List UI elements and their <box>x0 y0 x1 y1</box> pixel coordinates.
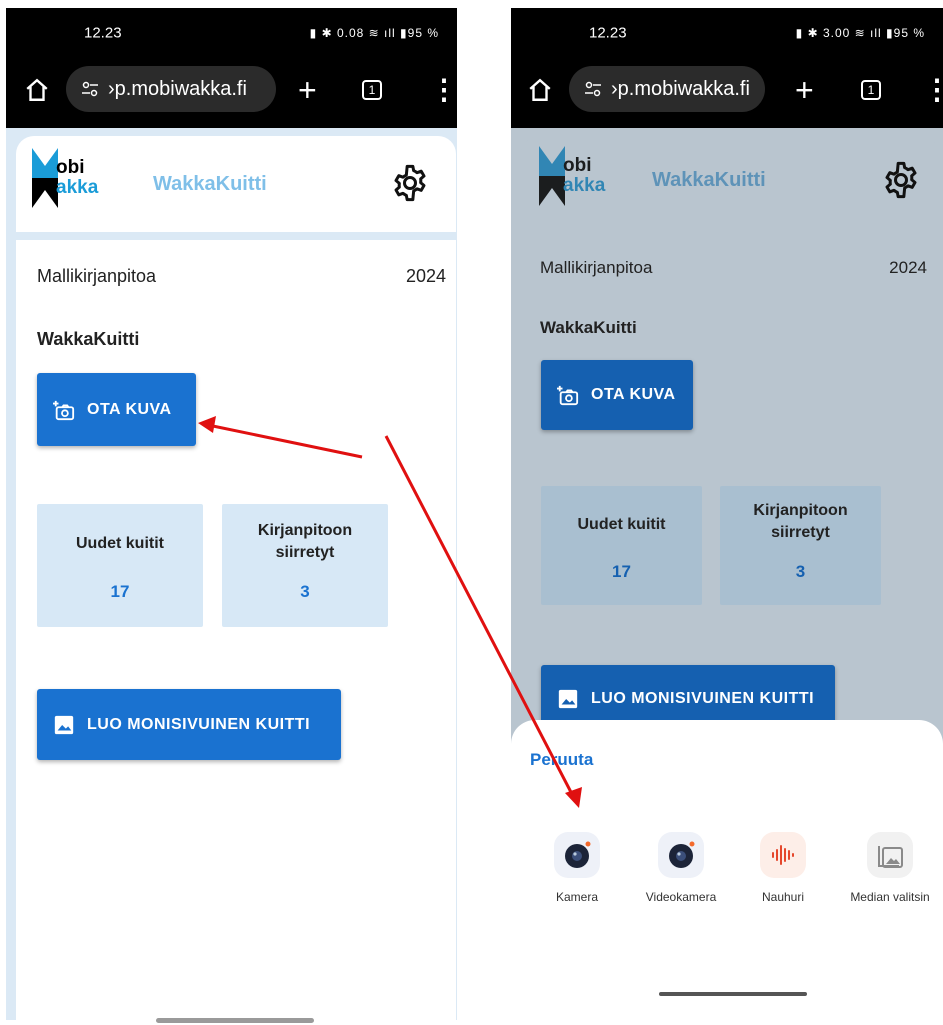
url-text: ›p.mobiwakka.fi <box>611 77 750 100</box>
create-multipage-receipt-button[interactable]: LUO MONISIVUINEN KUITTI <box>37 689 341 760</box>
mobiwakka-logo: obi akka <box>32 148 122 208</box>
media-picker-sheet: Peruuta Kamera Videokamera Nauhuri Media… <box>511 720 943 1006</box>
browser-menu-icon[interactable]: ⋮ <box>430 76 457 104</box>
app-header: obi akka WakkaKuitti <box>521 136 939 226</box>
create-multipage-label: LUO MONISIVUINEN KUITTI <box>591 690 815 707</box>
stat-transferred[interactable]: Kirjanpitoon siirretyt 3 <box>720 486 881 605</box>
stat-value: 3 <box>300 582 310 601</box>
company-name: Mallikirjanpitoa <box>540 258 653 277</box>
stat-label: Kirjanpitoon siirretyt <box>257 522 353 561</box>
logo-text-top: obi <box>563 155 592 176</box>
media-picker-icon <box>867 832 913 878</box>
logo-m-icon <box>539 146 565 206</box>
main-content: Mallikirjanpitoa 2024 WakkaKuitti OTA KU… <box>16 240 456 1020</box>
app-option-media-picker[interactable]: Median valitsin <box>840 832 940 904</box>
video-camera-icon <box>658 832 704 878</box>
browser-toolbar: ›p.mobiwakka.fi + 1 ⋮ <box>511 52 943 128</box>
stat-label: Uudet kuitit <box>76 535 164 552</box>
take-photo-label: OTA KUVA <box>591 386 676 403</box>
new-tab-plus-icon[interactable]: + <box>298 74 317 106</box>
logo-text-bottom: akka <box>56 177 99 198</box>
site-settings-icon[interactable] <box>80 79 100 99</box>
logo-text-bottom: akka <box>563 175 606 196</box>
app-title: WakkaKuitti <box>153 173 267 195</box>
image-collection-icon <box>54 715 74 734</box>
stat-transferred[interactable]: Kirjanpitoon siirretyt 3 <box>222 504 388 627</box>
settings-gear-icon[interactable] <box>881 160 921 200</box>
url-text: ›p.mobiwakka.fi <box>108 77 247 100</box>
voice-recorder-icon <box>760 832 806 878</box>
fiscal-year: 2024 <box>889 258 927 277</box>
company-name: Mallikirjanpitoa <box>37 266 157 286</box>
status-time: 12.23 <box>589 24 627 42</box>
address-bar[interactable]: ›p.mobiwakka.fi <box>66 66 276 112</box>
stat-value: 17 <box>110 582 130 601</box>
app-header: obi akka WakkaKuitti <box>16 136 456 232</box>
phone-screenshot-before: 12.23 ▮ ✱ 0.08 ≋ ıll ▮95 % ›p.mobiwakka.… <box>6 8 457 1020</box>
add-photo-icon <box>53 400 75 420</box>
app-name: Videokamera <box>645 890 717 904</box>
home-icon[interactable] <box>24 77 50 103</box>
add-photo-icon <box>557 385 579 406</box>
create-multipage-label: LUO MONISIVUINEN KUITTI <box>87 715 311 733</box>
app-option-voice-recorder[interactable]: Nauhuri <box>733 832 833 904</box>
image-collection-icon <box>558 689 578 709</box>
stat-new-receipts[interactable]: Uudet kuitit 17 <box>37 504 203 627</box>
take-photo-button[interactable]: OTA KUVA <box>37 373 196 446</box>
phone-screenshot-after: 12.23 ▮ ✱ 3.00 ≋ ıll ▮95 % ›p.mobiwakka.… <box>511 8 943 1006</box>
status-icons: ▮ ✱ 3.00 ≋ ıll ▮95 % <box>795 26 925 40</box>
gesture-handle <box>156 1018 314 1023</box>
main-content-dimmed: Mallikirjanpitoa 2024 WakkaKuitti OTA KU… <box>511 232 943 733</box>
cancel-button[interactable]: Peruuta <box>530 750 593 770</box>
tab-switcher-icon[interactable]: 1 <box>362 80 382 100</box>
site-settings-icon[interactable] <box>583 79 603 99</box>
app-option-camera[interactable]: Kamera <box>527 832 627 904</box>
address-bar[interactable]: ›p.mobiwakka.fi <box>569 66 765 112</box>
status-time: 12.23 <box>84 24 122 42</box>
stat-new-receipts[interactable]: Uudet kuitit 17 <box>541 486 702 605</box>
mobiwakka-logo: obi akka <box>539 146 629 206</box>
tab-switcher-icon[interactable]: 1 <box>861 80 881 100</box>
app-title: WakkaKuitti <box>652 169 766 191</box>
browser-toolbar: ›p.mobiwakka.fi + 1 ⋮ <box>6 52 457 128</box>
new-tab-plus-icon[interactable]: + <box>795 74 814 106</box>
settings-gear-icon[interactable] <box>390 163 430 203</box>
stat-value: 17 <box>612 562 631 581</box>
app-name: Nauhuri <box>761 890 805 904</box>
section-title: WakkaKuitti <box>540 318 637 337</box>
stat-label: Uudet kuitit <box>577 516 666 533</box>
camera-icon <box>554 832 600 878</box>
section-title: WakkaKuitti <box>37 329 140 349</box>
app-option-video-camera[interactable]: Videokamera <box>631 832 731 904</box>
gesture-handle <box>659 992 807 996</box>
take-photo-label: OTA KUVA <box>87 400 172 418</box>
status-icons: ▮ ✱ 0.08 ≋ ıll ▮95 % <box>309 26 439 40</box>
status-bar: 12.23 ▮ ✱ 0.08 ≋ ıll ▮95 % <box>6 8 457 52</box>
stat-label: Kirjanpitoon siirretyt <box>753 502 848 541</box>
stat-value: 3 <box>795 562 806 581</box>
take-photo-button[interactable]: OTA KUVA <box>541 360 693 430</box>
browser-menu-icon[interactable]: ⋮ <box>923 76 943 104</box>
app-name: Kamera <box>555 890 599 904</box>
logo-m-icon <box>32 148 58 208</box>
status-bar: 12.23 ▮ ✱ 3.00 ≋ ıll ▮95 % <box>511 8 943 52</box>
fiscal-year: 2024 <box>405 266 446 286</box>
home-icon[interactable] <box>527 77 553 103</box>
logo-text-top: obi <box>56 157 85 178</box>
app-name: Median valitsin <box>850 890 930 904</box>
